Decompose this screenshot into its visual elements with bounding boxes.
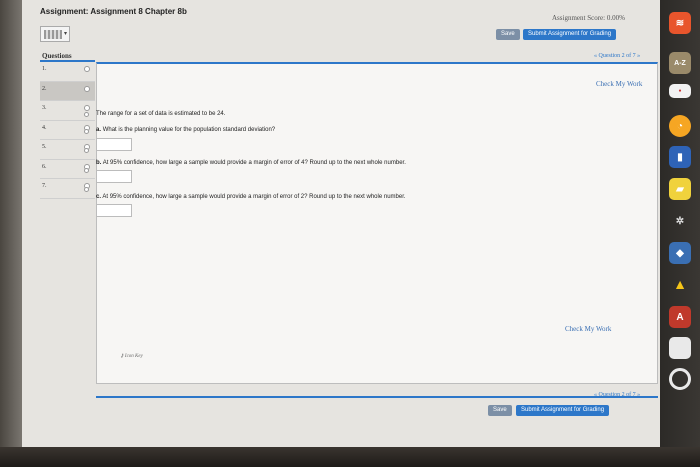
- bezel-left: [0, 0, 22, 467]
- question-radio[interactable]: [84, 112, 89, 117]
- chevron-down-icon: ▾: [63, 31, 67, 37]
- question-nav-bottom[interactable]: « Question 2 of 7 »: [594, 392, 640, 398]
- part-b-text: b. At 95% confidence, how large a sample…: [96, 160, 406, 166]
- question-number: 6.: [42, 163, 47, 170]
- icon-key-label: Icon Key: [124, 354, 143, 359]
- question-number: 2.: [42, 85, 47, 92]
- question-radio[interactable]: [84, 187, 89, 192]
- tool-icon[interactable]: ◆: [669, 242, 691, 264]
- check-my-work-link-top[interactable]: Check My Work: [596, 80, 642, 88]
- gear-icon[interactable]: ✲: [669, 210, 691, 232]
- question-number: 4.: [42, 124, 47, 131]
- app-dock: ≋ A-Z ● ◔ ▮ ▰ ✲ ◆ ▲ A: [660, 0, 700, 467]
- submit-button-top[interactable]: Submit Assignment for Grading: [523, 29, 617, 40]
- part-a-question: What is the planning value for the popul…: [102, 127, 276, 133]
- save-button-top[interactable]: Save: [496, 29, 520, 40]
- part-c-text: c. At 95% confidence, how large a sample…: [96, 194, 406, 200]
- question-list-item[interactable]: 3.: [40, 101, 95, 121]
- question-nav-top[interactable]: « Question 2 of 7 »: [594, 53, 640, 59]
- clock-icon[interactable]: ◔: [669, 115, 691, 137]
- browser-screen: Assignment: Assignment 8 Chapter 8b Assi…: [22, 0, 660, 467]
- key-icon: ⚷: [120, 354, 124, 359]
- save-button-bottom[interactable]: Save: [488, 405, 512, 416]
- web-app-icon[interactable]: ●: [669, 84, 691, 98]
- question-status-icon: [84, 85, 90, 92]
- screen-icon[interactable]: [669, 337, 691, 359]
- feed-icon[interactable]: ≋: [669, 12, 691, 34]
- part-c-answer-input[interactable]: [96, 204, 132, 217]
- calculator-icon: [44, 30, 62, 39]
- dictionary-icon[interactable]: A-Z: [669, 52, 691, 74]
- part-a-answer-input[interactable]: [96, 138, 132, 151]
- circle-icon[interactable]: [669, 368, 691, 390]
- part-c-label: c.: [96, 194, 102, 200]
- app-icon[interactable]: ▮: [669, 146, 691, 168]
- question-list-item[interactable]: 2.: [40, 81, 95, 101]
- question-radio[interactable]: [84, 148, 89, 153]
- footer-divider: [96, 384, 658, 398]
- bezel-bottom: [0, 447, 700, 467]
- question-status-icon: [84, 105, 90, 111]
- drive-icon[interactable]: ▲: [669, 273, 691, 295]
- part-a-label: a.: [96, 127, 102, 133]
- submit-button-bottom[interactable]: Submit Assignment for Grading: [516, 405, 610, 416]
- questions-header: Questions: [40, 50, 95, 62]
- calculator-button[interactable]: ▾: [40, 26, 70, 42]
- question-number: 3.: [42, 105, 47, 111]
- question-status-icon: [84, 66, 90, 72]
- folder-icon[interactable]: ▰: [669, 178, 691, 200]
- part-c-question: At 95% confidence, how large a sample wo…: [102, 194, 406, 200]
- question-list-item[interactable]: 1.: [40, 62, 95, 82]
- part-b-answer-input[interactable]: [96, 170, 132, 183]
- part-b-label: b.: [96, 160, 102, 166]
- assignment-title: Assignment: Assignment 8 Chapter 8b: [40, 7, 187, 16]
- question-number: 1.: [42, 66, 47, 72]
- question-radio[interactable]: [84, 168, 89, 173]
- problem-intro: The range for a set of data is estimated…: [96, 111, 226, 117]
- question-number: 7.: [42, 183, 47, 189]
- question-radio[interactable]: [84, 129, 89, 134]
- check-my-work-link-bottom[interactable]: Check My Work: [565, 325, 611, 333]
- part-b-question: At 95% confidence, how large a sample wo…: [102, 160, 406, 166]
- ebook-icon[interactable]: A: [669, 306, 691, 328]
- question-number: 5.: [42, 144, 47, 150]
- questions-panel: Questions 1. 2. 3. 4. 5. 6. 7.: [40, 50, 95, 445]
- assignment-score: Assignment Score: 0.00%: [552, 14, 625, 22]
- icon-key[interactable]: ⚷ Icon Key: [120, 353, 143, 359]
- part-a-text: a. What is the planning value for the po…: [96, 127, 275, 133]
